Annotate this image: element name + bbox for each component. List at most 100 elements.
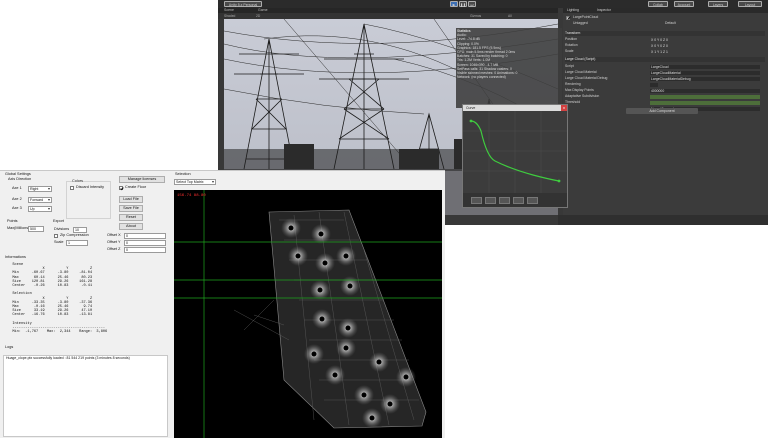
divisions-label: Divisions xyxy=(54,227,70,231)
create-floor-checkbox[interactable] xyxy=(119,186,123,190)
collab-button[interactable]: Collab xyxy=(648,1,668,7)
scale-label: Scale xyxy=(54,240,64,244)
tag-dropdown[interactable]: Untagged xyxy=(573,21,588,26)
tab-lighting[interactable]: Lighting xyxy=(567,8,579,13)
offset-z-label: Offset Z xyxy=(107,247,121,251)
scale-row: Scale X 1 Y 1 Z 1 xyxy=(565,49,765,54)
logs-box[interactable]: Huage_clope.ptx successfully loaded : 81… xyxy=(3,355,168,437)
field-label: Large Cloud Material xyxy=(565,70,597,74)
inspector-row: Large Cloud Material Debug LargeCloudMate… xyxy=(565,76,765,81)
tag-layer-row: Untagged Default xyxy=(565,21,765,26)
scale-label: Scale xyxy=(565,49,574,53)
layout-dropdown[interactable]: Layout xyxy=(738,1,762,7)
discard-intensity-label: Discard Intensity xyxy=(76,185,105,189)
axe-3-select[interactable]: Up xyxy=(28,206,52,212)
inspector-tab-bar: Lighting Inspector xyxy=(563,8,768,13)
top-view-viewport[interactable]: 156.74 88.80 xyxy=(174,190,442,438)
step-button[interactable]: ⏭ xyxy=(468,1,476,7)
field-label: Large Cloud Material Debug xyxy=(565,76,608,80)
manage-licenses-button[interactable]: Manage licenses xyxy=(119,176,165,183)
account-button[interactable]: Account xyxy=(674,1,694,7)
curve-key[interactable] xyxy=(557,179,561,183)
pause-button[interactable]: ❚❚ xyxy=(459,1,467,7)
field-label: Script xyxy=(565,64,574,68)
position-row: Position X 0 Y 0 Z 0 xyxy=(565,37,765,42)
field-label: Adaptative Subdivision xyxy=(565,94,600,98)
log-line: Huage_clope.ptx successfully loaded : 81… xyxy=(6,356,130,360)
curve-presets xyxy=(463,193,567,207)
scale-values[interactable]: X 1 Y 1 Z 1 xyxy=(650,50,760,54)
logs-label: Logs xyxy=(5,345,14,349)
unity-toolbar: Unity 5.x Personal ▶ ❚❚ ⏭ Collab Account… xyxy=(218,0,768,8)
point-cloud-app-window: Global Settings Axis Direction Axe 1 Rig… xyxy=(0,170,445,438)
tab-inspector[interactable]: Inspector xyxy=(597,8,611,13)
axe-2-label: Axe 2 xyxy=(12,197,22,201)
object-active-checkbox[interactable] xyxy=(566,15,570,20)
field-value[interactable]: LargeCloudMaterialDebug xyxy=(650,76,760,81)
field-value[interactable] xyxy=(650,100,760,105)
load-file-button[interactable]: Load File xyxy=(119,196,143,203)
position-values[interactable]: X 0 Y 0 Z 0 xyxy=(650,38,760,42)
inspector-row: Script LargeCloud xyxy=(565,64,765,69)
layers-dropdown[interactable]: Layers xyxy=(708,1,728,7)
rotation-values[interactable]: X 0 Y 0 Z 0 xyxy=(650,44,760,48)
offset-x-label: Offset X xyxy=(107,233,121,237)
top-view-point-cloud: 156.74 88.80 xyxy=(174,190,442,438)
inspector-row: Rendering xyxy=(565,82,765,87)
points-label: Points xyxy=(7,219,18,223)
object-name[interactable]: LargePointCloud xyxy=(573,15,598,20)
offset-y-label: Offset Y xyxy=(107,240,121,244)
inspector-row: Adaptative Subdivision xyxy=(565,94,765,99)
unity-title-tab[interactable]: Unity 5.x Personal xyxy=(224,1,262,7)
field-value[interactable]: 4000000 xyxy=(650,88,760,93)
field-value[interactable] xyxy=(650,82,658,87)
axe-2-select[interactable]: Forward xyxy=(28,197,52,203)
informations-label: Informations xyxy=(5,255,26,259)
curve-preset[interactable] xyxy=(471,197,482,204)
field-value[interactable]: LargeCloudMaterial xyxy=(650,70,760,75)
selection-mode-select[interactable]: Select Top Matrix xyxy=(174,179,216,185)
inspector-row: Max Display Points 4000000 xyxy=(565,88,765,93)
curve-preset[interactable] xyxy=(499,197,510,204)
inspector-row: Large Cloud Material LargeCloudMaterial xyxy=(565,70,765,75)
play-button[interactable]: ▶ xyxy=(450,1,458,7)
offset-z-input[interactable]: 0 xyxy=(124,247,166,253)
field-value[interactable]: LargeCloud xyxy=(650,64,760,69)
export-label: Export xyxy=(53,219,64,223)
axis-direction-label: Axis Direction xyxy=(8,177,32,181)
selection-label: Selection xyxy=(175,172,191,176)
unity-bottom-bar xyxy=(558,215,768,225)
inspector-row: Threshold xyxy=(565,100,765,105)
offset-x-input[interactable]: 0 xyxy=(124,233,166,239)
position-label: Position xyxy=(565,37,578,41)
curve-editor-window: Curve x xyxy=(462,104,568,208)
max-millions-label: Max(Millions) xyxy=(7,226,30,230)
zip-compression-label: Zip Compression xyxy=(60,233,89,237)
axe-1-label: Axe 1 xyxy=(12,186,22,190)
rotation-row: Rotation X 0 Y 0 Z 0 xyxy=(565,43,765,48)
discard-intensity-checkbox[interactable] xyxy=(70,186,74,190)
axe-3-label: Axe 3 xyxy=(12,206,22,210)
curve-preset[interactable] xyxy=(513,197,524,204)
scale-input[interactable]: 1 xyxy=(66,240,88,246)
view-readout: 156.74 88.80 xyxy=(177,194,206,198)
field-value[interactable] xyxy=(650,94,760,99)
axe-1-select[interactable]: Right xyxy=(28,186,52,192)
statistics-panel: Statistics Audio: Level: -74.8 dB Clippi… xyxy=(456,28,562,108)
curve-graph[interactable] xyxy=(463,111,567,193)
add-component-button[interactable]: Add Component xyxy=(626,108,698,114)
colors-label: Colors xyxy=(72,179,83,184)
script-header[interactable]: Large Cloud (Script) xyxy=(565,57,765,62)
curve-key[interactable] xyxy=(469,119,473,123)
save-file-button[interactable]: Save File xyxy=(119,205,143,212)
reset-button[interactable]: Reset xyxy=(119,214,143,221)
about-button[interactable]: About xyxy=(119,223,143,230)
informations-text: Scene X Y Z Min -60.67 -3.80 -81.04 Max … xyxy=(12,263,108,335)
curve-preset[interactable] xyxy=(485,197,496,204)
curve-preset[interactable] xyxy=(527,197,538,204)
max-millions-input[interactable]: 500 xyxy=(28,226,44,232)
offset-y-input[interactable]: 0 xyxy=(124,240,166,246)
transform-header[interactable]: Transform xyxy=(565,31,765,36)
zip-compression-checkbox[interactable] xyxy=(54,234,58,238)
layer-dropdown[interactable]: Default xyxy=(665,21,676,26)
